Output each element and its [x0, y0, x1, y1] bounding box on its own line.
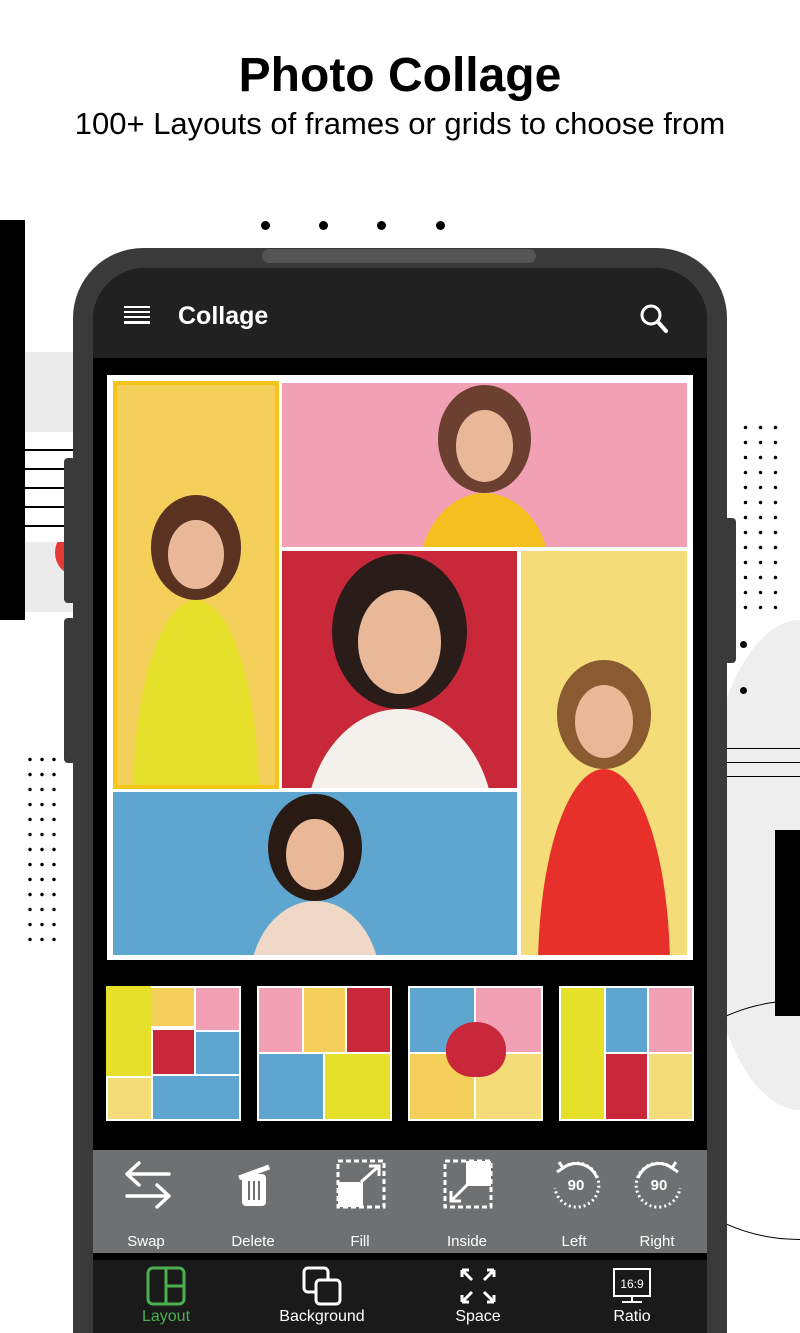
- rotate-right-button[interactable]: 90 Right: [607, 1150, 707, 1253]
- svg-text:90: 90: [651, 1177, 668, 1194]
- decor-dots-left: [24, 752, 64, 942]
- person-face: [574, 685, 634, 759]
- background-icon: [302, 1266, 342, 1306]
- nav-label: Background: [279, 1308, 365, 1325]
- person-body: [537, 769, 671, 955]
- promo-title: Photo Collage: [238, 49, 562, 102]
- tool-label: Swap: [127, 1233, 165, 1250]
- promo-subtitle: 100+ Layouts of frames or grids to choos…: [74, 106, 726, 141]
- nav-ratio[interactable]: 16:9 Ratio: [557, 1260, 707, 1333]
- delete-button[interactable]: Delete: [203, 1150, 303, 1253]
- tool-label: Inside: [446, 1233, 488, 1250]
- collage-cell-selected[interactable]: [113, 381, 279, 789]
- decor-dot: [261, 221, 270, 230]
- person-face: [455, 409, 514, 483]
- app-screen: Collage Swap Delete Fill Inside 90 Left …: [93, 268, 707, 1333]
- fill-icon: [336, 1159, 386, 1209]
- person-body: [249, 901, 381, 955]
- collage-cell[interactable]: [113, 792, 517, 955]
- inside-icon: [443, 1159, 493, 1209]
- fill-button[interactable]: Fill: [310, 1150, 410, 1253]
- phone-speaker: [262, 249, 536, 263]
- collage-canvas: [107, 375, 693, 960]
- app-bar: Collage: [93, 268, 707, 358]
- swap-icon: [125, 1161, 171, 1209]
- decor-dot: [319, 221, 328, 230]
- edit-toolbar: Swap Delete Fill Inside 90 Left 90 Right: [93, 1150, 707, 1253]
- layout-icon: [146, 1266, 186, 1306]
- nav-label: Ratio: [613, 1308, 651, 1325]
- decor-dot: [436, 221, 445, 230]
- svg-text:90: 90: [568, 1177, 585, 1194]
- trash-icon: [238, 1164, 271, 1206]
- app-title: Collage: [178, 302, 269, 330]
- decor-bar-left: [0, 220, 25, 620]
- nav-layout[interactable]: Layout: [93, 1260, 241, 1333]
- inside-button[interactable]: Inside: [417, 1150, 517, 1253]
- rotate-left-icon: 90: [553, 1161, 601, 1209]
- decor-bar-right: [775, 830, 800, 1016]
- decor-dot: [740, 641, 747, 648]
- nav-space[interactable]: Space: [403, 1260, 553, 1333]
- space-icon: [460, 1268, 496, 1304]
- tool-label: Delete: [231, 1233, 275, 1250]
- layout-thumbnail[interactable]: [559, 986, 694, 1121]
- layout-thumbnail[interactable]: [106, 986, 241, 1121]
- decor-dots-right: [738, 420, 788, 610]
- collage-cell[interactable]: [282, 383, 687, 547]
- collage-cell[interactable]: [521, 551, 687, 955]
- nav-background[interactable]: Background: [247, 1260, 397, 1333]
- person-face: [168, 519, 224, 590]
- nav-label: Layout: [141, 1308, 191, 1325]
- decor-lines-right: [727, 735, 800, 780]
- tool-label: Right: [639, 1233, 675, 1250]
- layout-thumbnail[interactable]: [408, 986, 543, 1121]
- layout-thumbnail[interactable]: [257, 986, 392, 1121]
- ratio-icon: 16:9: [613, 1268, 651, 1303]
- person-face: [286, 818, 344, 891]
- person-body: [305, 709, 494, 788]
- decor-dot: [740, 687, 747, 694]
- decor-dot: [377, 221, 386, 230]
- search-icon[interactable]: [640, 304, 670, 334]
- person-face: [358, 590, 441, 694]
- person-body: [132, 599, 260, 785]
- collage-cell[interactable]: [282, 551, 517, 788]
- person-body: [418, 492, 551, 547]
- hamburger-icon[interactable]: [124, 306, 150, 324]
- tool-label: Fill: [350, 1233, 370, 1250]
- rotate-right-icon: 90: [634, 1161, 682, 1209]
- svg-text:16:9: 16:9: [620, 1277, 644, 1291]
- bottom-nav: Layout Background Space 16:9 Ratio: [93, 1260, 707, 1333]
- swap-button[interactable]: Swap: [96, 1150, 196, 1253]
- nav-label: Space: [455, 1308, 501, 1325]
